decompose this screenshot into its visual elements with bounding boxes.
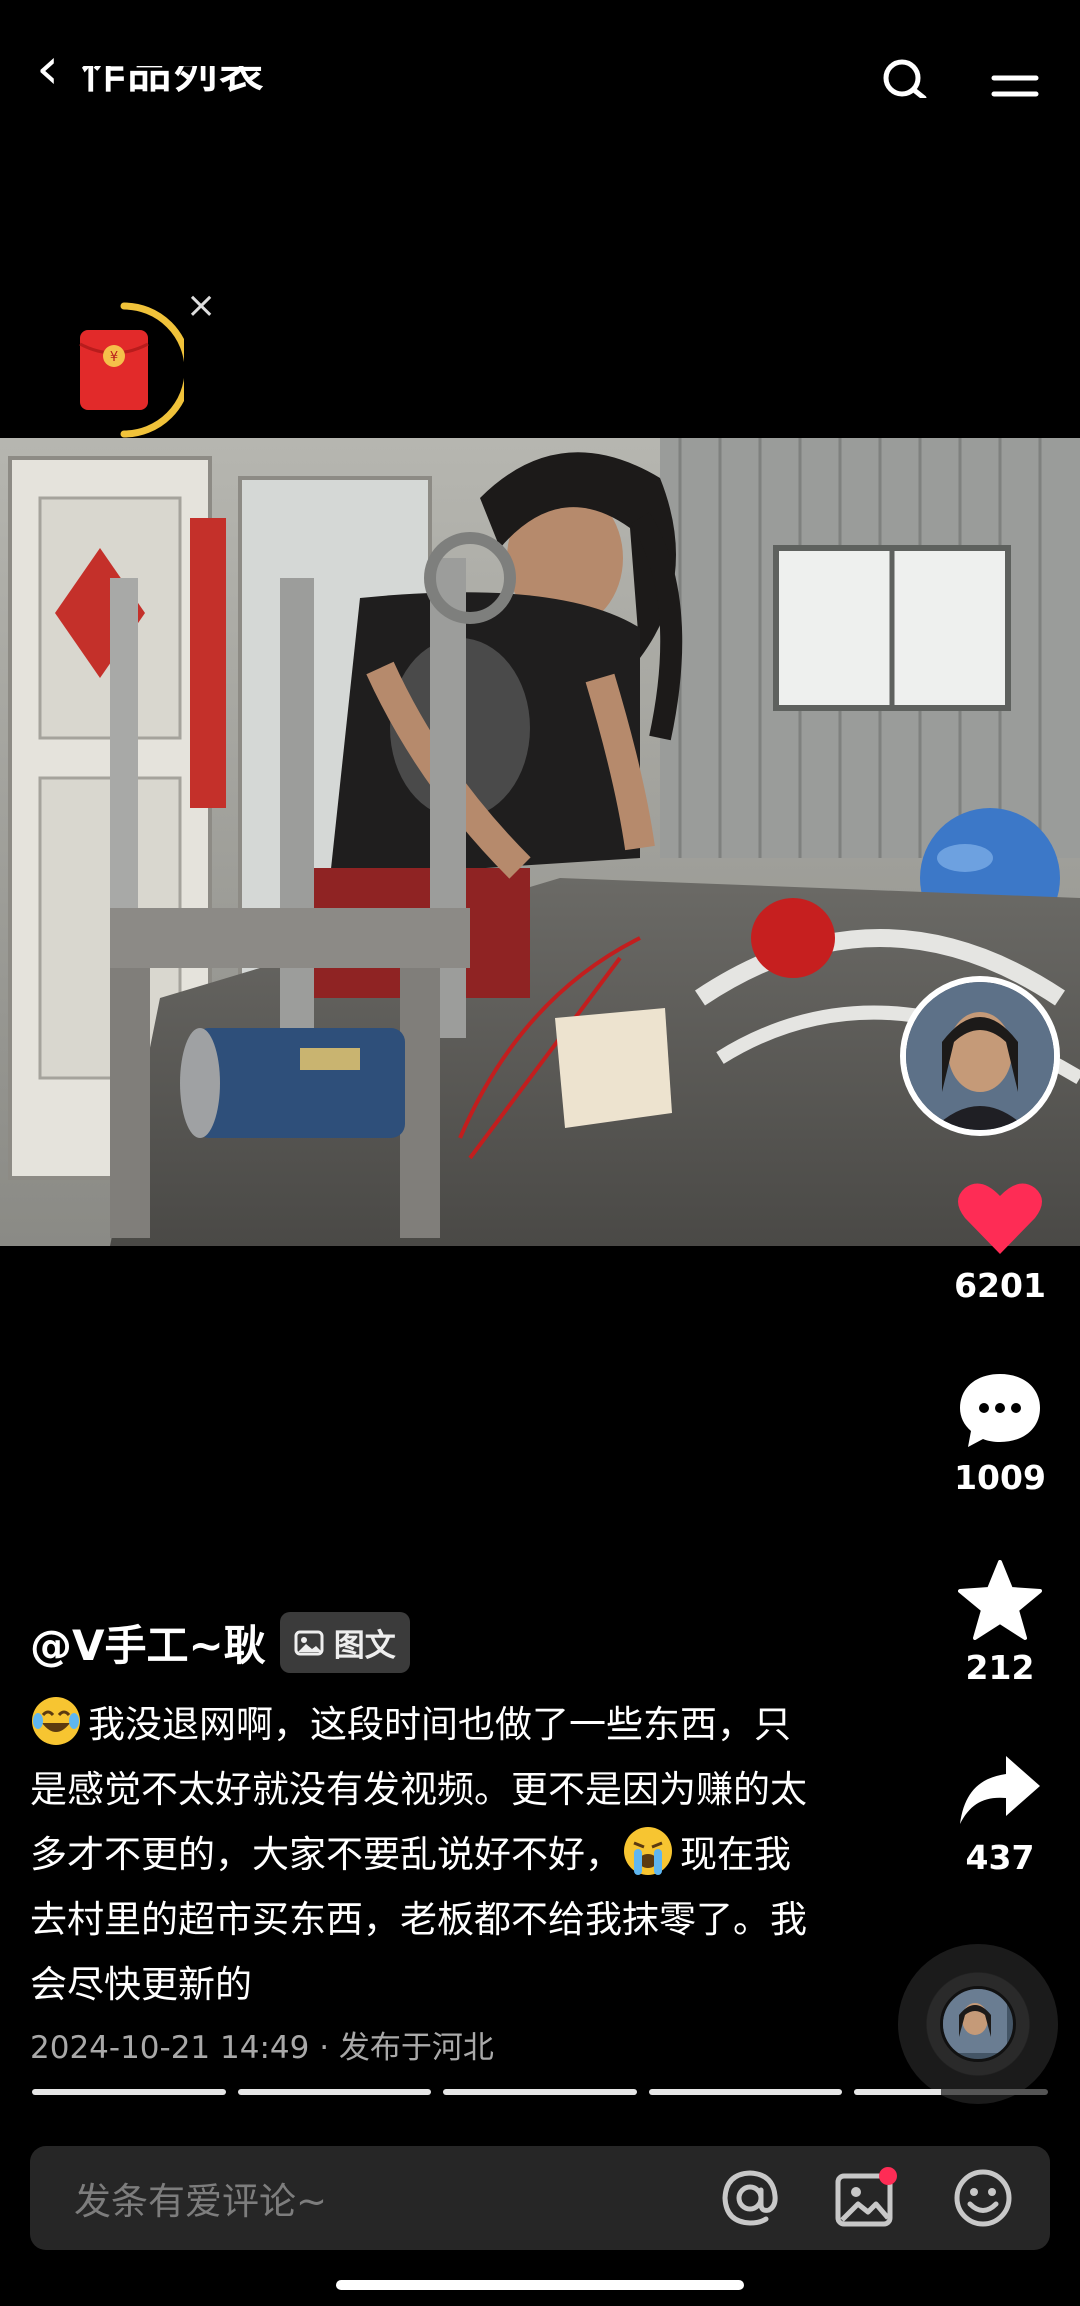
crying-emoji-icon [624,1827,672,1875]
close-envelope-button[interactable]: × [186,288,216,324]
chevron-left-icon[interactable]: ‹ [36,39,59,97]
progress-segment [237,2089,432,2095]
svg-text:¥: ¥ [110,350,118,365]
post-type-tag: 图文 [279,1612,410,1673]
author-name[interactable]: @V手工~耿 [30,1612,266,1673]
comment-count: 1009 [954,1458,1046,1497]
music-disc[interactable] [898,1944,1058,2104]
comment-input[interactable]: 发条有爱评论~ [30,2171,720,2225]
favorite-action[interactable]: 212 [920,1560,1080,1687]
post-photo[interactable] [0,438,1080,1246]
music-disc-cover [940,1986,1016,2062]
laughing-tears-emoji-icon [32,1697,80,1745]
post-type-label: 图文 [333,1628,396,1664]
new-dot [879,2167,897,2185]
workshop-photo [0,438,1080,1246]
author-row: @V手工~耿 图文 [30,1612,410,1673]
star-icon[interactable] [958,1560,1042,1640]
emoji-icon[interactable] [952,2167,1014,2229]
post-caption[interactable]: 我没退网啊，这段时间也做了一些东西，只是感觉不太好就没有发视频。更不是因为赚的太… [30,1692,820,2017]
post-meta: 2024-10-21 14:49 · 发布于河北 [30,2022,494,2067]
favorite-count: 212 [965,1648,1035,1687]
progress-segment [32,2089,226,2095]
comment-bubble-icon[interactable] [958,1370,1042,1450]
progress-segment-fill [443,2089,637,2095]
share-count: 437 [965,1838,1035,1877]
comment-bar[interactable]: 发条有爱评论~ [30,2146,1050,2250]
comment-tools [720,2166,1050,2230]
progress-segment-fill [854,2089,942,2095]
share-action[interactable]: 437 [920,1750,1080,1877]
red-envelope-icon[interactable]: ¥ [64,300,192,440]
heart-icon[interactable] [955,1178,1045,1258]
share-arrow-icon[interactable] [958,1750,1042,1830]
progress-segment [648,2089,843,2095]
image-text-icon [294,1630,324,1655]
image-progress-indicator [32,2089,1048,2095]
post-date: 2024-10-21 14:49 [30,2030,310,2066]
top-bar-left: ‹ 作品列表 [36,28,265,108]
at-mention-icon[interactable] [720,2168,780,2228]
top-bar-right [880,28,1040,108]
progress-segment [443,2089,637,2095]
search-icon[interactable] [880,38,930,98]
comment-action[interactable]: 1009 [920,1370,1080,1497]
author-avatar[interactable] [900,976,1060,1136]
avatar-image [906,982,1054,1130]
progress-segment [854,2089,1048,2095]
home-indicator [336,2280,744,2290]
image-icon[interactable] [834,2166,898,2230]
like-count: 6201 [954,1266,1046,1305]
progress-segment-fill [648,2089,843,2095]
page-title: 作品列表 [81,47,266,98]
progress-segment-fill [237,2089,432,2095]
menu-icon[interactable] [990,38,1040,98]
like-action[interactable]: 6201 [920,1178,1080,1305]
post-location: · 发布于河北 [319,2030,494,2066]
progress-segment-fill [32,2089,226,2095]
